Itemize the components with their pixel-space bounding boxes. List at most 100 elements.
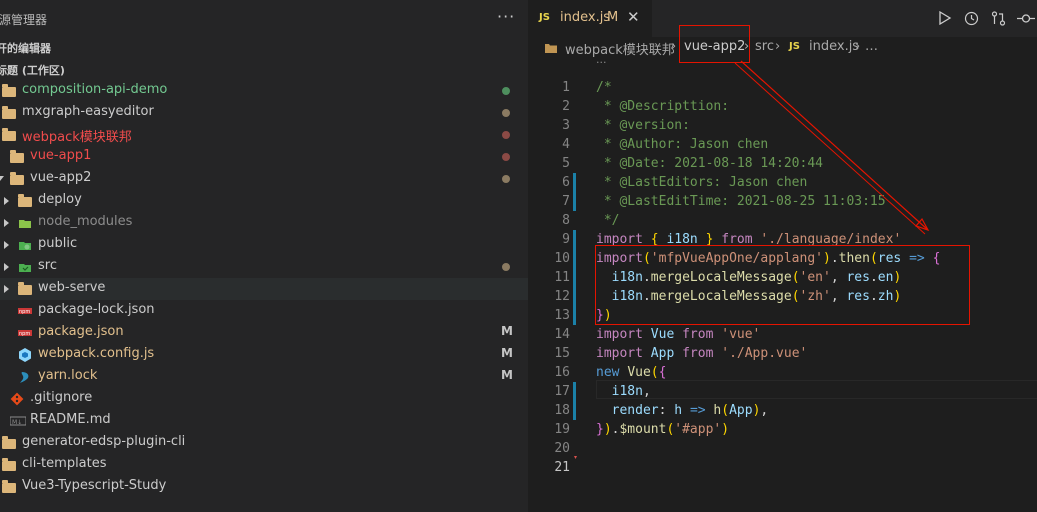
tree-item-label: yarn.lock [38, 368, 98, 383]
code-token: */ [596, 213, 620, 228]
src-folder-icon [18, 260, 32, 274]
chevron-down-icon[interactable] [0, 176, 4, 181]
gutter-change-marker [573, 382, 576, 401]
tree-item-label: cli-templates [22, 456, 107, 471]
webpack-icon [18, 348, 32, 362]
tree-item[interactable]: .gitignore [0, 388, 528, 410]
code-token: { [658, 365, 667, 380]
tree-item-label: src [38, 258, 57, 273]
breadcrumb-item-index-js[interactable]: index.js [809, 39, 859, 54]
status-dot [502, 263, 510, 271]
line-number: 6 [562, 175, 570, 190]
node-folder-icon [18, 216, 32, 230]
code-token: from [682, 327, 714, 342]
breadcrumb-ellipsis[interactable]: … [865, 39, 878, 54]
svg-text:M↓: M↓ [12, 419, 22, 426]
yarn-icon [18, 370, 32, 384]
tree-item[interactable]: Vue3-Typescript-Study [0, 476, 528, 498]
tree-item[interactable]: node_modules [0, 212, 528, 234]
code-token: '#app' [674, 422, 722, 437]
breadcrumb-item-webpack[interactable]: webpack模块联邦 [565, 39, 675, 58]
line-number: 12 [554, 289, 570, 304]
code-text: * @version: [596, 116, 690, 135]
source-control-icon[interactable] [1017, 11, 1035, 26]
code-line: 4 * @Author: Jason chen [528, 135, 1037, 154]
tree-item[interactable]: cli-templates [0, 454, 528, 476]
breadcrumb-item-src[interactable]: src [755, 39, 774, 54]
breadcrumb-separator: › [671, 39, 677, 54]
chevron-right-icon[interactable] [4, 219, 9, 227]
tree-item[interactable]: npm package-lock.json [0, 300, 528, 322]
tree-item[interactable]: webpack.config.js M [0, 344, 528, 366]
code-line: 1 /* [528, 78, 1037, 97]
status-dot [502, 175, 510, 183]
tree-item[interactable]: web-serve [0, 278, 528, 300]
tree-item[interactable]: webpack模块联邦 [0, 124, 528, 146]
tree-item-label: web-serve [38, 280, 106, 295]
tree-item[interactable]: npm package.json M [0, 322, 528, 344]
tab-label: index.js [560, 10, 611, 25]
code-text: }).$mount('#app') [596, 420, 729, 439]
tree-item[interactable]: mxgraph-easyeditor [0, 102, 528, 124]
gutter-change-marker [573, 306, 576, 325]
tree-item[interactable]: generator-edsp-plugin-cli [0, 432, 528, 454]
code-text: render: h => h(App), [596, 401, 769, 420]
git-modified-badge: M [501, 324, 513, 338]
tree-item[interactable]: public [0, 234, 528, 256]
line-number: 2 [562, 99, 570, 114]
open-editors-section[interactable]: 开的编辑器 [0, 36, 528, 58]
code-token: App [729, 403, 753, 418]
tree-item[interactable]: composition-api-demo [0, 80, 528, 102]
line-number: 13 [554, 308, 570, 323]
code-token: import [596, 327, 643, 342]
workspace-folder-icon [2, 436, 16, 449]
tree-item-label: package.json [38, 324, 124, 339]
tree-item[interactable]: src [0, 256, 528, 278]
code-token: ( [721, 403, 730, 418]
gutter-change-marker [573, 249, 576, 268]
tree-item[interactable]: vue-app2 [0, 168, 528, 190]
more-actions-icon[interactable]: ··· [497, 7, 515, 26]
tab-index-js[interactable]: JS index.js M ✕ [528, 0, 652, 37]
fold-marker-icon: ▾ [574, 454, 578, 461]
git-compare-icon[interactable] [991, 11, 1006, 26]
code-line: 16 new Vue({ [528, 363, 1037, 382]
code-token: => [689, 403, 706, 418]
chevron-right-icon[interactable] [4, 197, 9, 205]
close-tab-icon[interactable]: ✕ [627, 8, 640, 26]
workspace-section[interactable]: 标题 (工作区) [0, 58, 528, 80]
tree-item[interactable]: yarn.lock M [0, 366, 528, 388]
tree-item[interactable]: deploy [0, 190, 528, 212]
chevron-right-icon[interactable] [4, 241, 9, 249]
code-token: ) [721, 422, 730, 437]
tree-item-label: webpack模块联邦 [22, 130, 132, 145]
tree-item-label: webpack.config.js [38, 346, 155, 361]
code-line: 5 * @Date: 2021-08-18 14:20:44 [528, 154, 1037, 173]
folder-icon [10, 150, 24, 163]
code-token: * @Date: 2021-08-18 14:20:44 [596, 156, 823, 171]
status-dot [502, 109, 510, 117]
code-line: 18 render: h => h(App), [528, 401, 1037, 420]
line-number: 14 [554, 327, 570, 342]
tree-item[interactable]: vue-app1 [0, 146, 528, 168]
code-text: * @Descripttion: [596, 97, 729, 116]
gutter-change-marker [573, 268, 576, 287]
tree-item-label: deploy [38, 192, 82, 207]
run-icon[interactable] [938, 11, 952, 25]
code-token: 'vue' [721, 327, 761, 342]
chevron-right-icon[interactable] [4, 285, 9, 293]
code-token: App [650, 346, 675, 361]
code-line: 21 [528, 458, 1037, 477]
workspace-folder-icon [2, 84, 16, 97]
folded-region-indicator: ··· [596, 56, 607, 69]
code-text: * @LastEditors: Jason chen [596, 173, 808, 192]
markdown-icon: M↓ [9, 414, 27, 428]
tree-item-label: mxgraph-easyeditor [22, 104, 154, 119]
timeline-icon[interactable] [964, 11, 979, 26]
explorer-title: 源管理器 [0, 13, 48, 27]
chevron-right-icon[interactable] [4, 263, 9, 271]
code-text: */ [596, 211, 620, 230]
tree-item[interactable]: M↓ README.md [0, 410, 528, 432]
line-number: 3 [562, 118, 570, 133]
